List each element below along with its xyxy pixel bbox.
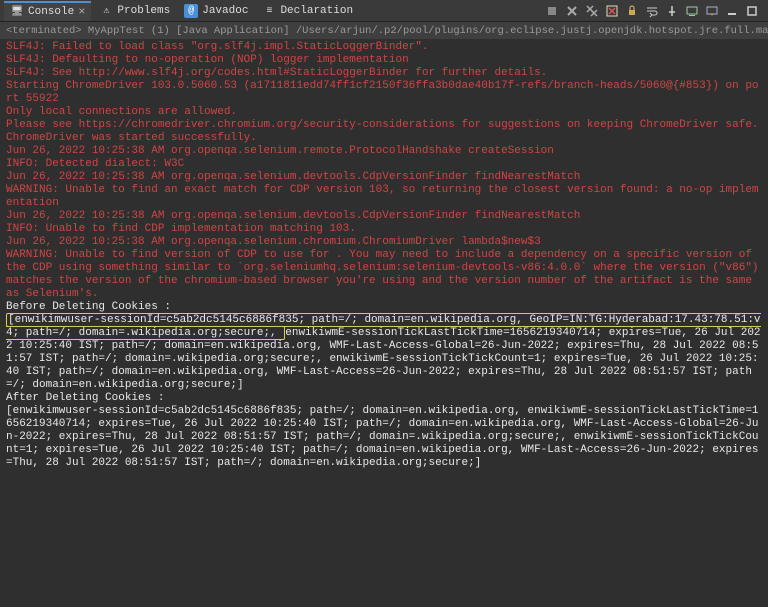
console-line: INFO: Unable to find CDP implementation …: [6, 223, 762, 236]
console-line: Jun 26, 2022 10:25:38 AM org.openqa.sele…: [6, 236, 762, 249]
tab-javadoc[interactable]: @ Javadoc: [178, 1, 254, 20]
console-line: SLF4J: See http://www.slf4j.org/codes.ht…: [6, 67, 762, 80]
terminate-icon[interactable]: [544, 3, 560, 19]
console-line: Jun 26, 2022 10:25:38 AM org.openqa.sele…: [6, 171, 762, 184]
highlighted-text: [enwikimwuser-sessionId=c5ab2dc5145c6886…: [6, 313, 761, 340]
problems-icon: ⚠: [99, 4, 113, 18]
console-line: SLF4J: Failed to load class "org.slf4j.i…: [6, 41, 762, 54]
open-console-icon[interactable]: +: [704, 3, 720, 19]
console-line: [enwikimwuser-sessionId=c5ab2dc5145c6886…: [6, 314, 762, 392]
minimize-icon[interactable]: [724, 3, 740, 19]
tab-console[interactable]: 🖥 Console ×: [4, 1, 91, 21]
tab-label: Problems: [117, 5, 170, 17]
launch-description: <terminated> MyAppTest (1) [Java Applica…: [0, 22, 768, 39]
console-line: Starting ChromeDriver 103.0.5060.53 (a17…: [6, 80, 762, 106]
console-line: ChromeDriver was started successfully.: [6, 132, 762, 145]
console-line: After Deleting Cookies :: [6, 392, 762, 405]
tab-label: Console: [28, 6, 74, 18]
tab-declaration[interactable]: ≡ Declaration: [256, 1, 359, 20]
console-line: Jun 26, 2022 10:25:38 AM org.openqa.sele…: [6, 210, 762, 223]
view-tabs: 🖥 Console × ⚠ Problems @ Javadoc ≡ Decla…: [0, 0, 768, 22]
console-output[interactable]: SLF4J: Failed to load class "org.slf4j.i…: [0, 39, 768, 607]
console-line: Please see https://chromedriver.chromium…: [6, 119, 762, 132]
declaration-icon: ≡: [262, 4, 276, 18]
clear-console-icon[interactable]: [604, 3, 620, 19]
svg-text:+: +: [710, 12, 714, 18]
tab-label: Declaration: [280, 5, 353, 17]
console-line: Only local connections are allowed.: [6, 106, 762, 119]
tab-problems[interactable]: ⚠ Problems: [93, 1, 176, 20]
word-wrap-icon[interactable]: [644, 3, 660, 19]
display-selected-console-icon[interactable]: [684, 3, 700, 19]
pin-console-icon[interactable]: [664, 3, 680, 19]
console-line: WARNING: Unable to find an exact match f…: [6, 184, 762, 210]
console-line: SLF4J: Defaulting to no-operation (NOP) …: [6, 54, 762, 67]
tab-label: Javadoc: [202, 5, 248, 17]
console-line: [enwikimwuser-sessionId=c5ab2dc5145c6886…: [6, 405, 762, 470]
console-icon: 🖥: [10, 5, 24, 19]
console-line: WARNING: Unable to find version of CDP t…: [6, 249, 762, 301]
console-line: Jun 26, 2022 10:25:38 AM org.openqa.sele…: [6, 145, 762, 158]
close-icon[interactable]: ×: [78, 6, 85, 18]
console-toolbar: +: [544, 3, 764, 19]
maximize-icon[interactable]: [744, 3, 760, 19]
remove-launch-icon[interactable]: [564, 3, 580, 19]
javadoc-icon: @: [184, 4, 198, 18]
remove-all-icon[interactable]: [584, 3, 600, 19]
scroll-lock-icon[interactable]: [624, 3, 640, 19]
console-line: INFO: Detected dialect: W3C: [6, 158, 762, 171]
